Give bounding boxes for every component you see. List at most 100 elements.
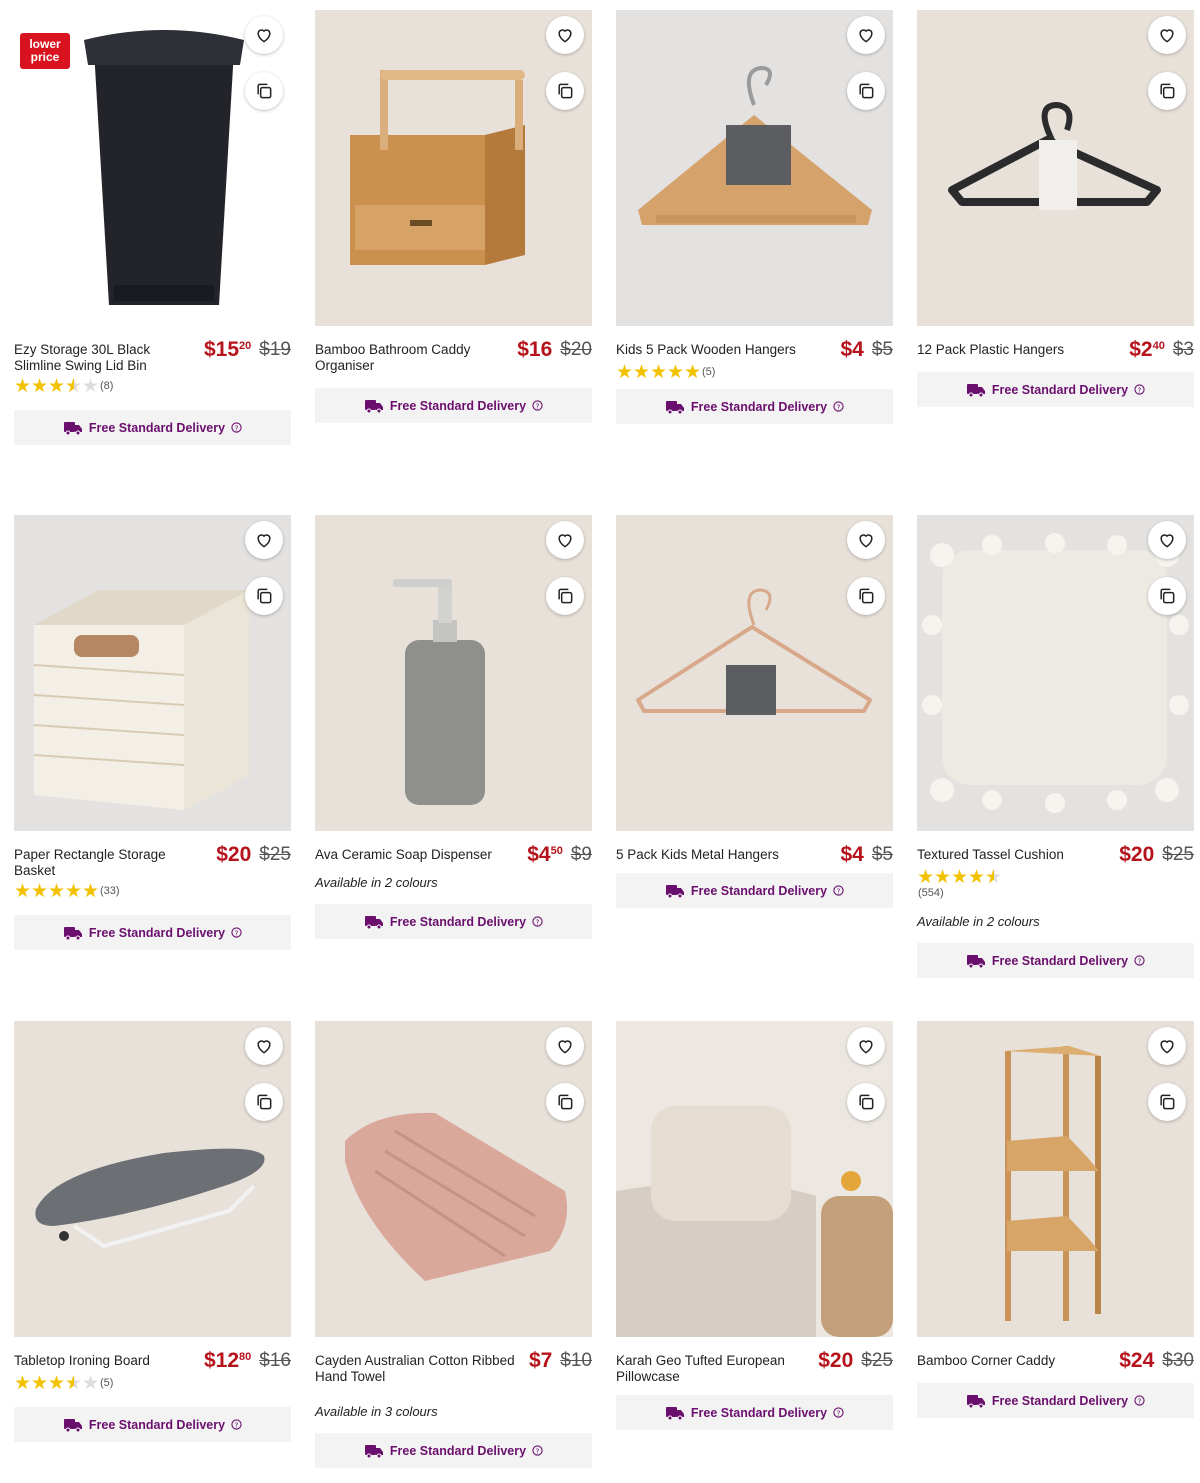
product-name[interactable]: Tabletop Ironing Board — [14, 1353, 184, 1369]
free-delivery-banner[interactable]: Free Standard Delivery ? — [917, 1383, 1194, 1418]
star-icon: ★ — [48, 1372, 66, 1394]
compare-button[interactable] — [546, 1083, 584, 1121]
product-image[interactable] — [917, 1021, 1194, 1337]
svg-text:?: ? — [536, 1446, 540, 1455]
product-name[interactable]: 12 Pack Plastic Hangers — [917, 342, 1107, 358]
help-icon[interactable]: ? — [231, 422, 242, 433]
compare-button[interactable] — [847, 1083, 885, 1121]
lower-price-badge: lower price — [20, 33, 70, 69]
wishlist-button[interactable] — [546, 1027, 584, 1065]
free-delivery-banner[interactable]: Free Standard Delivery ? — [616, 389, 893, 424]
help-icon[interactable]: ? — [231, 927, 242, 938]
help-icon[interactable]: ? — [1134, 1395, 1145, 1406]
wishlist-button[interactable] — [1148, 521, 1186, 559]
wishlist-button[interactable] — [847, 16, 885, 54]
help-icon[interactable]: ? — [532, 916, 543, 927]
free-delivery-banner[interactable]: Free Standard Delivery ? — [14, 915, 291, 950]
product-name[interactable]: Ava Ceramic Soap Dispenser — [315, 847, 505, 863]
rating[interactable]: ★★★★★ (5) — [616, 362, 893, 382]
compare-button[interactable] — [847, 72, 885, 110]
product-name[interactable]: Ezy Storage 30L Black Slimline Swing Lid… — [14, 342, 184, 374]
compare-button[interactable] — [245, 72, 283, 110]
compare-button[interactable] — [1148, 72, 1186, 110]
product-name[interactable]: Cayden Australian Cotton Ribbed Hand Tow… — [315, 1353, 515, 1385]
product-card[interactable]: Kids 5 Pack Wooden Hangers $4 $5 ★ ★ ★ ★ ★ (… — [616, 10, 893, 424]
product-image[interactable] — [14, 515, 291, 831]
product-image[interactable] — [315, 515, 592, 831]
help-icon[interactable]: ? — [532, 1445, 543, 1456]
free-delivery-banner[interactable]: Free Standard Delivery ? — [14, 1407, 291, 1442]
product-card[interactable]: Bamboo Corner Caddy $24 $30 Free Standar… — [917, 1021, 1194, 1418]
free-delivery-banner[interactable]: Free Standard Delivery ? — [315, 1433, 592, 1468]
product-card[interactable]: 12 Pack Plastic Hangers $240 $3 Free Sta… — [917, 10, 1194, 407]
wishlist-button[interactable] — [245, 1027, 283, 1065]
rating[interactable]: ★ ★ ★ ★ ★ (33) — [14, 881, 291, 901]
product-image[interactable] — [315, 10, 592, 326]
help-icon[interactable]: ? — [231, 1419, 242, 1430]
colour-options[interactable]: Available in 3 colours — [315, 1404, 592, 1419]
compare-button[interactable] — [847, 577, 885, 615]
free-delivery-banner[interactable]: Free Standard Delivery ? — [917, 372, 1194, 407]
help-icon[interactable]: ? — [833, 1407, 844, 1418]
product-card[interactable]: 5 Pack Kids Metal Hangers $4 $5 Free Sta… — [616, 515, 893, 908]
product-image[interactable] — [616, 10, 893, 326]
help-icon[interactable]: ? — [1134, 384, 1145, 395]
compare-button[interactable] — [245, 1083, 283, 1121]
product-image[interactable] — [917, 515, 1194, 831]
product-card[interactable]: Bamboo Bathroom Caddy Organiser $16 $20 … — [315, 10, 592, 423]
colour-options[interactable]: Available in 2 colours — [917, 914, 1194, 929]
wishlist-button[interactable] — [847, 521, 885, 559]
free-delivery-banner[interactable]: Free Standard Delivery ? — [315, 388, 592, 423]
compare-button[interactable] — [546, 72, 584, 110]
svg-text:?: ? — [235, 928, 239, 937]
wishlist-button[interactable] — [847, 1027, 885, 1065]
product-name[interactable]: Bamboo Bathroom Caddy Organiser — [315, 342, 485, 374]
delivery-truck-icon — [364, 915, 383, 929]
free-delivery-banner[interactable]: Free Standard Delivery ? — [14, 410, 291, 445]
product-name[interactable]: Kids 5 Pack Wooden Hangers — [616, 342, 806, 358]
product-name[interactable]: Karah Geo Tufted European Pillowcase — [616, 1353, 786, 1385]
product-image[interactable] — [616, 515, 893, 831]
product-card[interactable]: Paper Rectangle Storage Basket $20 $25 ★… — [14, 515, 291, 950]
product-card[interactable]: lower price Ezy Storage 30L Black Slimli… — [14, 10, 291, 445]
heart-icon — [257, 29, 271, 43]
product-image[interactable] — [917, 10, 1194, 326]
product-card[interactable]: Textured Tassel Cushion $20 $25 ★★★★★ (5… — [917, 515, 1194, 978]
rating[interactable]: ★ ★ ★ ★ ★ — [917, 867, 1194, 887]
product-image[interactable] — [315, 1021, 592, 1337]
wishlist-button[interactable] — [1148, 1027, 1186, 1065]
product-name[interactable]: Bamboo Corner Caddy — [917, 1353, 1087, 1369]
product-card[interactable]: Ava Ceramic Soap Dispenser $450 $9 Avail… — [315, 515, 592, 939]
price-block: $1280 $16 — [204, 1349, 291, 1373]
product-name[interactable]: Paper Rectangle Storage Basket — [14, 847, 184, 879]
product-name[interactable]: 5 Pack Kids Metal Hangers — [616, 847, 806, 863]
compare-button[interactable] — [245, 577, 283, 615]
wishlist-button[interactable] — [245, 521, 283, 559]
product-image[interactable] — [616, 1021, 893, 1337]
rating[interactable]: ★★★★★ (8) — [14, 376, 291, 396]
help-icon[interactable]: ? — [1134, 955, 1145, 966]
product-image[interactable] — [14, 1021, 291, 1337]
wishlist-button[interactable] — [546, 16, 584, 54]
help-icon[interactable]: ? — [532, 400, 543, 411]
compare-button[interactable] — [546, 577, 584, 615]
plastic-hangers-image — [948, 101, 1161, 210]
compare-button[interactable] — [1148, 577, 1186, 615]
product-image[interactable]: lower price — [14, 10, 291, 326]
free-delivery-banner[interactable]: Free Standard Delivery ? — [616, 1395, 893, 1430]
free-delivery-banner[interactable]: Free Standard Delivery ? — [315, 904, 592, 939]
colour-options[interactable]: Available in 2 colours — [315, 875, 592, 890]
rating[interactable]: ★★★★★ (5) — [14, 1373, 291, 1393]
product-name[interactable]: Textured Tassel Cushion — [917, 847, 1107, 863]
product-card[interactable]: Karah Geo Tufted European Pillowcase $20… — [616, 1021, 893, 1430]
wishlist-button[interactable] — [245, 16, 283, 54]
wishlist-button[interactable] — [1148, 16, 1186, 54]
free-delivery-banner[interactable]: Free Standard Delivery ? — [917, 943, 1194, 978]
product-card[interactable]: Cayden Australian Cotton Ribbed Hand Tow… — [315, 1021, 592, 1468]
help-icon[interactable]: ? — [833, 885, 844, 896]
help-icon[interactable]: ? — [833, 401, 844, 412]
product-card[interactable]: Tabletop Ironing Board $1280 $16 ★★★★★ (… — [14, 1021, 291, 1442]
compare-button[interactable] — [1148, 1083, 1186, 1121]
free-delivery-banner[interactable]: Free Standard Delivery ? — [616, 873, 893, 908]
wishlist-button[interactable] — [546, 521, 584, 559]
